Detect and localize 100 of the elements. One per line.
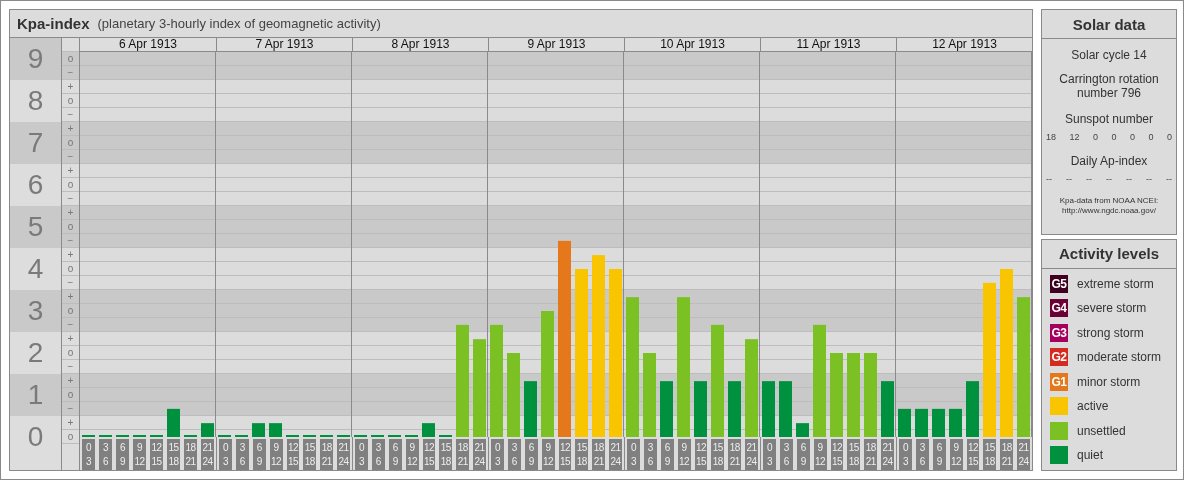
sunspot-value: 0: [1092, 132, 1098, 142]
level-swatch: G4: [1050, 299, 1068, 317]
time-slot-label: 3 6: [643, 439, 657, 470]
time-slot-label: 12 15: [286, 439, 300, 470]
time-slot-label: 6 9: [932, 439, 946, 470]
time-slot-label: 18 21: [728, 439, 742, 470]
level-swatch: G1: [1050, 372, 1068, 391]
time-slot-label: 12 15: [150, 439, 163, 470]
time-slot-label: 15 18: [711, 439, 725, 470]
sub-tick-label: +: [67, 333, 74, 344]
sub-tick-label: o: [67, 347, 74, 358]
sub-tick-label: −: [67, 319, 74, 330]
sub-tick-label: −: [67, 109, 74, 120]
time-slot-label: 12 15: [422, 439, 436, 470]
level-label: moderate storm: [1077, 350, 1162, 364]
sub-tick-label: +: [67, 207, 74, 218]
time-slot-label: 15 18: [303, 439, 317, 470]
time-slot-label: 3 6: [235, 439, 249, 470]
sub-tick-label: −: [67, 193, 74, 204]
time-slot-label: 12 15: [694, 439, 708, 470]
time-slot-label: 15 18: [847, 439, 861, 470]
time-slot-label: 0 3: [355, 439, 368, 470]
time-slot-label: 3 6: [507, 439, 521, 470]
time-slot-label: 6 9: [660, 439, 674, 470]
time-slot-label: 0 3: [627, 439, 640, 470]
kp-axis-label: 6: [27, 171, 44, 199]
sub-tick-label: +: [67, 375, 74, 386]
time-slot-label: 21 24: [609, 439, 622, 470]
data-source-text: Kpa-data from NOAA NCEI: http://www.ngdc.noaa.gov/: [1058, 196, 1160, 216]
sub-tick-label: o: [67, 95, 74, 106]
time-slot-label: 9 12: [949, 439, 963, 470]
ap-index-value: --: [1146, 174, 1152, 184]
time-slot-label: 0 3: [491, 439, 504, 470]
sub-tick-label: −: [67, 151, 74, 162]
time-slot-label: 9 12: [541, 439, 555, 470]
sub-tick-label: −: [67, 361, 74, 372]
panel-title: Solar data: [1042, 10, 1176, 39]
sub-tick-label: o: [67, 305, 74, 316]
level-swatch: G5: [1050, 274, 1068, 293]
sunspot-value: 0: [1148, 132, 1154, 142]
time-slot-label: 0 3: [763, 439, 776, 470]
ap-index-label: Daily Ap-index: [1070, 154, 1148, 168]
date-label: 12 Apr 1913: [932, 37, 997, 51]
level-label: extreme storm: [1077, 276, 1154, 291]
time-slot-label: 3 6: [371, 439, 385, 470]
level-label: active: [1077, 399, 1109, 413]
sub-tick-label: +: [67, 291, 74, 302]
time-slot-label: 12 15: [830, 439, 844, 470]
time-slot-label: 0 3: [899, 439, 912, 470]
sub-tick-label: o: [67, 137, 74, 148]
time-slot-label: 6 9: [388, 439, 402, 470]
sunspot-value: 0: [1129, 132, 1135, 142]
date-label: 9 Apr 1913: [527, 37, 586, 51]
kp-axis-label: 2: [27, 339, 44, 367]
ap-index-value: --: [1046, 174, 1052, 184]
solar-cycle-text: Solar cycle 14: [1071, 48, 1147, 62]
date-label: 7 Apr 1913: [255, 37, 314, 51]
chart-title: Kpa-index: [17, 15, 90, 32]
sub-tick-label: −: [67, 277, 74, 288]
sub-tick-label: +: [67, 249, 74, 260]
time-slot-label: 21 24: [201, 439, 214, 470]
sub-tick-label: o: [67, 53, 74, 64]
ap-index-value: --: [1086, 174, 1092, 184]
time-slot-label: 21 24: [337, 439, 350, 470]
time-slot-label: 18 21: [1000, 439, 1014, 470]
kp-axis-label: 8: [27, 87, 44, 115]
sub-tick-label: −: [67, 235, 74, 246]
date-label: 6 Apr 1913: [118, 37, 178, 51]
level-label: minor storm: [1077, 374, 1141, 389]
level-label: strong storm: [1077, 325, 1144, 340]
time-slot-label: 21 24: [473, 439, 486, 470]
level-label: unsettled: [1077, 423, 1126, 438]
ap-index-value: --: [1106, 174, 1112, 184]
time-slot-label: 6 9: [252, 439, 266, 470]
time-slot-label: 9 12: [133, 439, 146, 470]
sub-tick-label: o: [67, 179, 74, 190]
time-slot-label: 0 3: [219, 439, 232, 470]
time-slot-label: 15 18: [983, 439, 997, 470]
time-slot-label: 18 21: [456, 439, 470, 470]
sub-tick-label: o: [67, 263, 74, 274]
kp-axis-label: 5: [27, 213, 44, 241]
ap-index-value: --: [1166, 174, 1172, 184]
time-slot-label: 6 9: [116, 439, 129, 470]
sunspot-value: 0: [1111, 132, 1117, 142]
time-slot-label: 18 21: [184, 439, 197, 470]
sub-tick-label: +: [67, 417, 74, 428]
time-slot-label: 3 6: [99, 439, 112, 470]
time-slot-label: 12 15: [966, 439, 980, 470]
time-slot-label: 9 12: [813, 439, 827, 470]
sub-tick-label: o: [67, 389, 74, 400]
time-slot-label: 18 21: [864, 439, 878, 470]
time-slot-label: 12 15: [558, 439, 572, 470]
time-slot-label: 3 6: [779, 439, 793, 470]
time-slot-label: 9 12: [405, 439, 419, 470]
date-label: 10 Apr 1913: [660, 37, 725, 51]
time-slot-label: 15 18: [575, 439, 589, 470]
sunspot-value: 0: [1166, 132, 1172, 142]
level-label: severe storm: [1077, 301, 1147, 315]
panel-title: Activity levels: [1042, 239, 1176, 269]
time-slot-label: 3 6: [915, 439, 929, 470]
